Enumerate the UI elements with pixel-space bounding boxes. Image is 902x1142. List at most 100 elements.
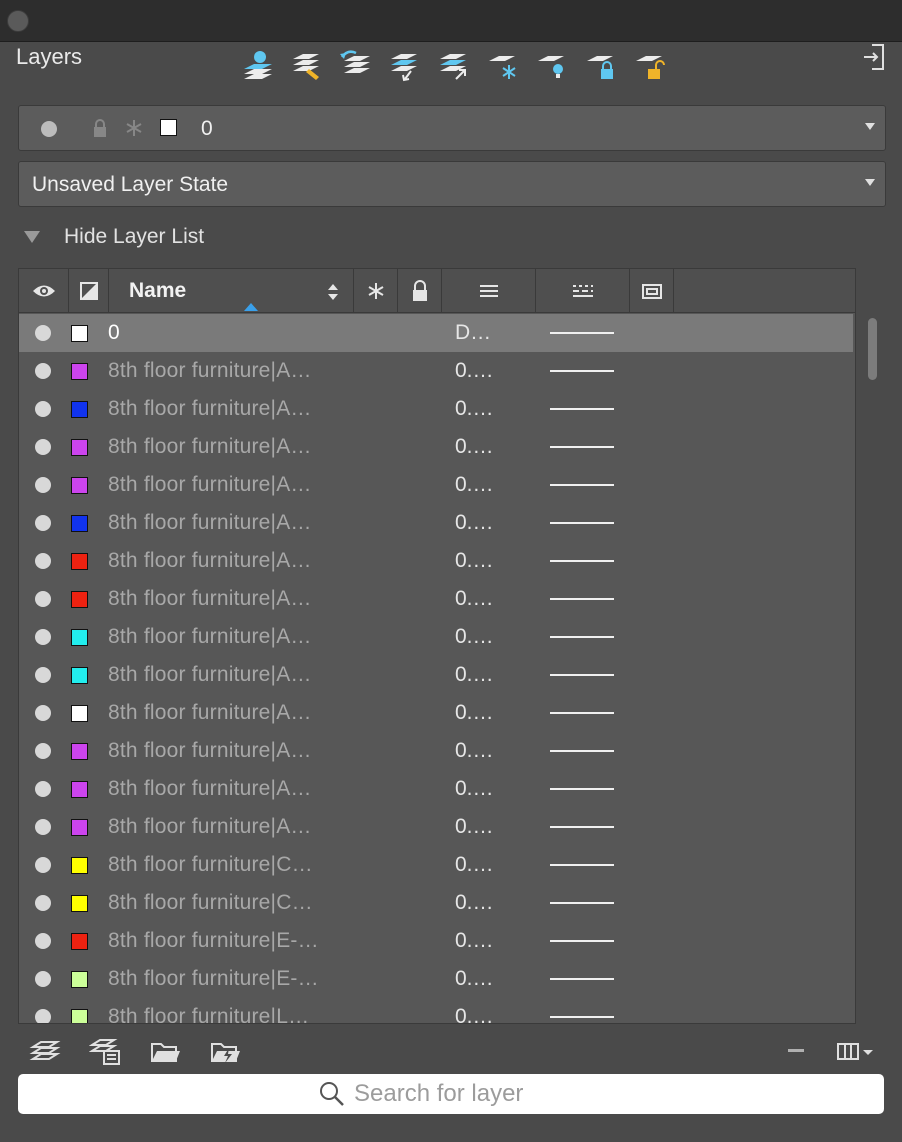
layer-color-swatch[interactable]	[71, 591, 88, 608]
layer-row[interactable]: 8th floor furniture|A… 0.…	[19, 808, 853, 846]
layer-row[interactable]: 8th floor furniture|A… 0.…	[19, 428, 853, 466]
layer-linetype-preview[interactable]	[550, 788, 614, 790]
layer-visibility-toggle[interactable]	[35, 857, 51, 873]
layer-search-input[interactable]	[354, 1080, 584, 1108]
layer-linetype-preview[interactable]	[550, 864, 614, 866]
set-current-layer-button[interactable]	[338, 46, 374, 84]
layer-lineweight[interactable]: 0.…	[455, 435, 494, 459]
layer-color-swatch[interactable]	[71, 667, 88, 684]
layer-linetype-preview[interactable]	[550, 674, 614, 676]
layer-linetype-preview[interactable]	[550, 1016, 614, 1018]
layer-linetype-preview[interactable]	[550, 902, 614, 904]
layer-linetype-preview[interactable]	[550, 484, 614, 486]
dock-panel-button[interactable]	[860, 42, 888, 72]
layer-lineweight[interactable]: 0.…	[455, 777, 494, 801]
layer-lineweight[interactable]: 0.…	[455, 587, 494, 611]
layer-lineweight[interactable]: 0.…	[455, 739, 494, 763]
columns-menu-icon[interactable]	[836, 1040, 876, 1064]
lock-layer-button[interactable]	[583, 46, 619, 84]
layer-row[interactable]: 8th floor furniture|A… 0.…	[19, 504, 853, 542]
layer-visibility-toggle[interactable]	[35, 743, 51, 759]
layer-lineweight[interactable]: 0.…	[455, 815, 494, 839]
layer-linetype-preview[interactable]	[550, 978, 614, 980]
layer-visibility-toggle[interactable]	[35, 819, 51, 835]
layer-row[interactable]: 8th floor furniture|A… 0.…	[19, 390, 853, 428]
layer-lineweight[interactable]: 0.…	[455, 511, 494, 535]
unlock-layer-button[interactable]	[632, 46, 668, 84]
layer-properties-button[interactable]	[88, 1034, 122, 1068]
hide-layer-list-toggle[interactable]: Hide Layer List	[24, 222, 204, 252]
column-visibility[interactable]	[19, 269, 69, 313]
layer-color-swatch[interactable]	[71, 363, 88, 380]
current-layer-dropdown[interactable]: 0	[18, 105, 886, 151]
layer-settings-button[interactable]	[28, 1034, 62, 1068]
column-lock[interactable]	[398, 269, 442, 313]
layer-visibility-toggle[interactable]	[35, 971, 51, 987]
layer-row[interactable]: 8th floor furniture|L… 0.…	[19, 998, 853, 1023]
layer-color-swatch[interactable]	[71, 705, 88, 722]
close-window-button[interactable]	[7, 10, 29, 32]
layer-visibility-toggle[interactable]	[35, 1009, 51, 1023]
layer-color-swatch[interactable]	[71, 439, 88, 456]
layer-row[interactable]: 8th floor furniture|A… 0.…	[19, 580, 853, 618]
layer-visibility-toggle[interactable]	[35, 933, 51, 949]
column-freeze[interactable]	[354, 269, 398, 313]
layer-row[interactable]: 8th floor furniture|A… 0.…	[19, 466, 853, 504]
layer-linetype-preview[interactable]	[550, 940, 614, 942]
layer-row[interactable]: 8th floor furniture|C… 0.…	[19, 846, 853, 884]
layer-lineweight[interactable]: 0.…	[455, 701, 494, 725]
layer-color-swatch[interactable]	[71, 857, 88, 874]
layer-visibility-toggle[interactable]	[35, 553, 51, 569]
layer-row[interactable]: 8th floor furniture|A… 0.…	[19, 770, 853, 808]
layer-row[interactable]: 8th floor furniture|C… 0.…	[19, 884, 853, 922]
layer-lineweight[interactable]: 0.…	[455, 625, 494, 649]
turn-off-layer-button[interactable]	[534, 46, 570, 84]
freeze-layer-button[interactable]	[485, 46, 521, 84]
layer-color-swatch[interactable]	[71, 325, 88, 342]
layer-linetype-preview[interactable]	[550, 408, 614, 410]
layer-linetype-preview[interactable]	[550, 750, 614, 752]
layer-lineweight[interactable]: 0.…	[455, 473, 494, 497]
layer-lineweight[interactable]: 0.…	[455, 549, 494, 573]
layer-color-swatch[interactable]	[71, 477, 88, 494]
layer-linetype-preview[interactable]	[550, 636, 614, 638]
layer-color-swatch[interactable]	[71, 515, 88, 532]
layer-color-swatch[interactable]	[71, 401, 88, 418]
layer-row[interactable]: 8th floor furniture|A… 0.…	[19, 618, 853, 656]
layer-color-swatch[interactable]	[71, 743, 88, 760]
layer-visibility-toggle[interactable]	[35, 781, 51, 797]
layer-list-scrollbar[interactable]	[858, 268, 888, 1024]
column-color[interactable]	[69, 269, 109, 313]
layer-linetype-preview[interactable]	[550, 332, 614, 334]
layer-color-swatch[interactable]	[71, 629, 88, 646]
layer-row[interactable]: 8th floor furniture|A… 0.…	[19, 656, 853, 694]
layer-row[interactable]: 8th floor furniture|E-… 0.…	[19, 960, 853, 998]
layer-lineweight[interactable]: 0.…	[455, 1005, 494, 1023]
layer-linetype-preview[interactable]	[550, 712, 614, 714]
layer-lineweight[interactable]: 0.…	[455, 359, 494, 383]
layer-visibility-toggle[interactable]	[35, 401, 51, 417]
layer-visibility-toggle[interactable]	[35, 895, 51, 911]
layer-row[interactable]: 8th floor furniture|A… 0.…	[19, 542, 853, 580]
unisolate-layer-button[interactable]	[436, 46, 472, 84]
layer-color-swatch[interactable]	[71, 971, 88, 988]
layer-visibility-toggle[interactable]	[35, 439, 51, 455]
layer-linetype-preview[interactable]	[550, 560, 614, 562]
layer-color-swatch[interactable]	[71, 1009, 88, 1023]
column-linetype[interactable]	[536, 269, 630, 313]
layer-visibility-toggle[interactable]	[35, 591, 51, 607]
layer-lineweight[interactable]: D…	[455, 321, 491, 345]
new-layer-filter-button[interactable]	[208, 1034, 242, 1068]
layer-visibility-toggle[interactable]	[35, 667, 51, 683]
isolate-layer-button[interactable]	[387, 46, 423, 84]
layer-color-swatch[interactable]	[71, 553, 88, 570]
layer-visibility-toggle[interactable]	[35, 515, 51, 531]
layer-color-swatch[interactable]	[71, 781, 88, 798]
layer-visibility-toggle[interactable]	[35, 705, 51, 721]
layer-visibility-toggle[interactable]	[35, 363, 51, 379]
new-layer-button[interactable]	[240, 46, 276, 84]
layer-color-swatch[interactable]	[71, 895, 88, 912]
delete-layer-button[interactable]	[289, 46, 325, 84]
layer-row[interactable]: 0 D…	[19, 314, 853, 352]
layer-color-swatch[interactable]	[71, 819, 88, 836]
